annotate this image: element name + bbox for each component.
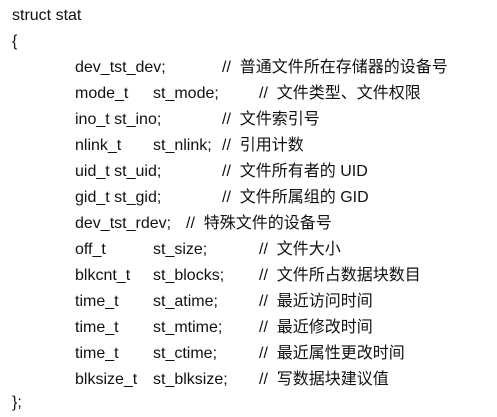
field-type: ino_t st_ino;	[75, 111, 162, 128]
field-comment: // 引用计数	[222, 137, 304, 154]
field-comment: // 文件所占数据块数目	[259, 267, 421, 284]
field-comment: // 普通文件所在存储器的设备号	[222, 59, 448, 76]
field-name: st_nlink;	[153, 137, 212, 154]
field-comment: // 写数据块建议值	[259, 371, 389, 388]
open-brace: {	[12, 33, 18, 50]
field-type: mode_t	[75, 85, 129, 102]
field-type: blksize_t	[75, 371, 138, 388]
field-comment: // 最近属性更改时间	[259, 345, 405, 362]
field-comment: // 最近修改时间	[259, 319, 373, 336]
field-comment: // 文件所有者的 UID	[222, 163, 368, 180]
field-type: time_t	[75, 293, 119, 310]
field-name: st_blksize;	[153, 371, 228, 388]
field-type: time_t	[75, 319, 119, 336]
struct-header: struct stat	[12, 7, 82, 24]
field-type: blkcnt_t	[75, 267, 131, 284]
field-comment: // 特殊文件的设备号	[186, 215, 332, 232]
field-type: dev_tst_dev;	[75, 59, 166, 76]
field-name: st_size;	[153, 241, 208, 258]
field-type: dev_tst_rdev;	[75, 215, 172, 232]
field-type: gid_t st_gid;	[75, 189, 162, 206]
field-name: st_mtime;	[153, 319, 223, 336]
field-name: st_ctime;	[153, 345, 218, 362]
field-name: st_mode;	[153, 85, 219, 102]
field-comment: // 最近访问时间	[259, 293, 373, 310]
field-comment: // 文件所属组的 GID	[222, 189, 369, 206]
field-name: st_blocks;	[153, 267, 225, 284]
field-type: nlink_t	[75, 137, 122, 154]
field-type: time_t	[75, 345, 119, 362]
close-brace: };	[12, 394, 22, 411]
field-comment: // 文件索引号	[222, 111, 320, 128]
field-name: st_atime;	[153, 293, 218, 310]
field-type: off_t	[75, 241, 106, 258]
field-type: uid_t st_uid;	[75, 163, 162, 180]
field-comment: // 文件大小	[259, 241, 341, 258]
field-comment: // 文件类型、文件权限	[259, 85, 421, 102]
